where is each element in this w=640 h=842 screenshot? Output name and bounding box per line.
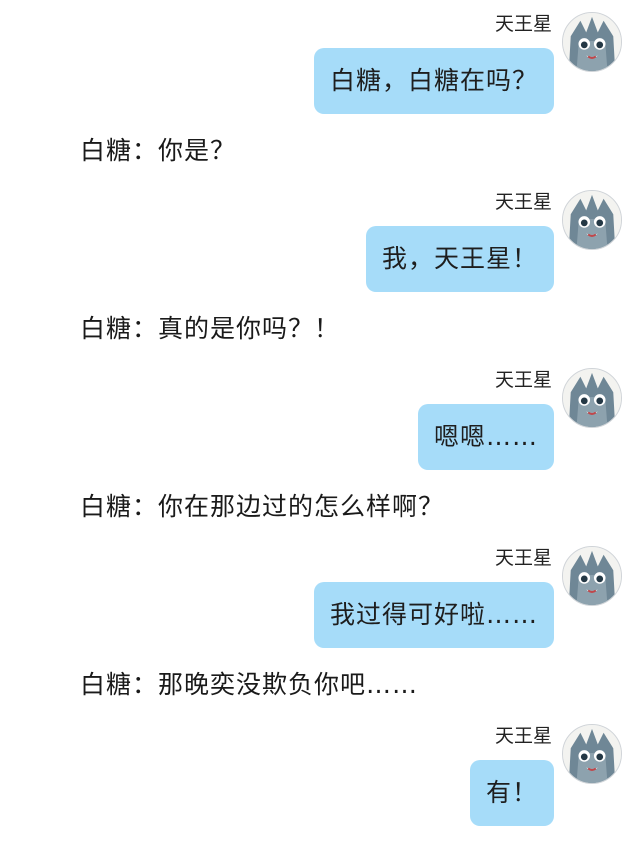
avatar-image	[563, 369, 621, 427]
outgoing-message-bubble[interactable]: 我过得可好啦……	[313, 582, 554, 648]
cat-mascot-avatar-icon[interactable]	[562, 368, 622, 428]
outgoing-message-bubble[interactable]: 嗯嗯……	[417, 404, 554, 470]
cat-mascot-avatar-icon[interactable]	[562, 12, 622, 72]
avatar-image	[563, 13, 621, 71]
sender-name: 天王星	[494, 369, 552, 391]
incoming-message[interactable]: 白糖：真的是你吗？！	[80, 314, 340, 344]
avatar-image	[563, 547, 621, 605]
outgoing-message-bubble[interactable]: 白糖，白糖在吗？	[313, 48, 554, 114]
outgoing-message-bubble[interactable]: 我，天王星！	[365, 226, 554, 292]
avatar-image	[563, 191, 621, 249]
sender-name: 天王星	[494, 13, 552, 35]
avatar-image	[563, 725, 621, 783]
sender-name: 天王星	[494, 191, 552, 213]
cat-mascot-avatar-icon[interactable]	[562, 190, 622, 250]
cat-mascot-avatar-icon[interactable]	[562, 546, 622, 606]
incoming-message[interactable]: 白糖：你在那边过的怎么样啊？	[80, 492, 444, 522]
chat-thread: 天王星 白糖，白糖在吗？ 白糖：你是？ 天王星 我，天王星！ 白糖：真的是你吗？…	[0, 0, 640, 842]
incoming-message[interactable]: 白糖：那晚奕没欺负你吧……	[80, 670, 418, 700]
sender-name: 天王星	[494, 725, 552, 747]
outgoing-message-bubble[interactable]: 有！	[469, 760, 554, 826]
sender-name: 天王星	[494, 547, 552, 569]
cat-mascot-avatar-icon[interactable]	[562, 724, 622, 784]
incoming-message[interactable]: 白糖：你是？	[80, 136, 236, 166]
